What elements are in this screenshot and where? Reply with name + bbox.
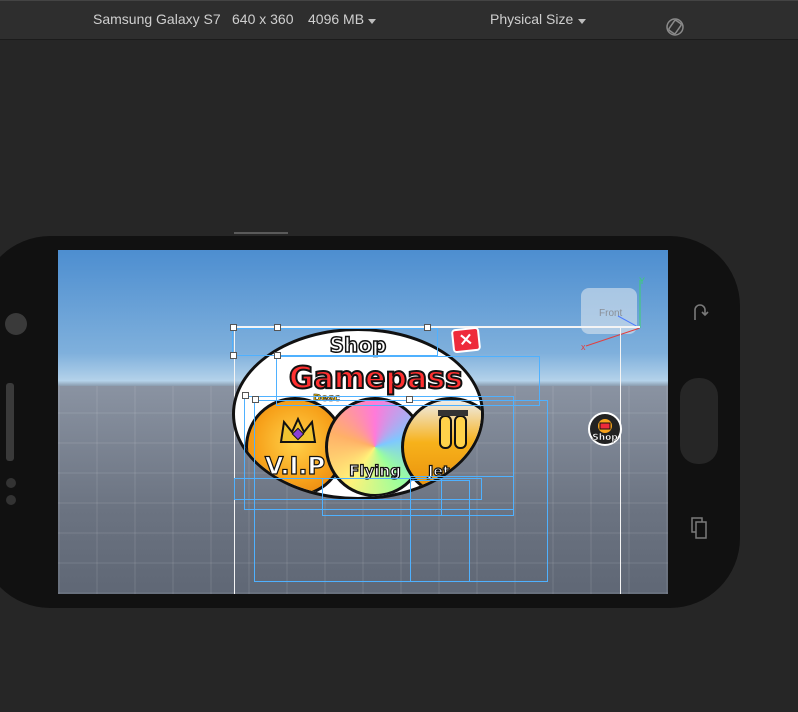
shop-cart-icon <box>598 419 612 433</box>
resolution-label: 640 x 360 <box>232 11 294 27</box>
resize-handle[interactable] <box>424 324 431 331</box>
back-icon <box>694 304 709 320</box>
resize-handle[interactable] <box>274 352 281 359</box>
axis-x-label: x <box>581 342 586 352</box>
resize-handle[interactable] <box>242 392 249 399</box>
phone-side-button <box>6 383 14 461</box>
shop-button-label: Shop <box>592 433 618 443</box>
phone-camera <box>5 313 27 335</box>
close-button[interactable]: × <box>450 326 482 354</box>
shop-open-button[interactable]: Shop <box>588 412 622 446</box>
memory-chevron-down-icon[interactable] <box>368 19 376 24</box>
rotate-device-icon[interactable] <box>664 16 686 38</box>
axis-gizmo-icon <box>585 280 641 347</box>
axis-y-label: Y <box>639 276 646 286</box>
selection-guide <box>620 326 621 594</box>
recent-apps-icon <box>691 517 707 539</box>
size-mode-dropdown[interactable]: Physical Size <box>490 11 573 27</box>
resize-handle[interactable] <box>274 324 281 331</box>
phone-home-button <box>680 378 718 464</box>
size-mode-chevron-down-icon[interactable] <box>578 19 586 24</box>
selection-box <box>410 480 470 582</box>
resize-handle[interactable] <box>230 324 237 331</box>
memory-dropdown[interactable]: 4096 MB <box>308 11 364 27</box>
phone-top-button <box>234 232 288 234</box>
resize-handle[interactable] <box>406 396 413 403</box>
selection-box <box>232 328 438 356</box>
phone-sensor <box>6 478 16 488</box>
game-viewport[interactable]: Front x Y Shop Gamepass Desc V.I.P Flyin… <box>58 250 668 594</box>
phone-sensor <box>6 495 16 505</box>
resize-handle[interactable] <box>230 352 237 359</box>
device-emulator-toolbar: Samsung Galaxy S7 640 x 360 4096 MB Phys… <box>0 0 798 40</box>
device-name-label[interactable]: Samsung Galaxy S7 <box>93 11 221 27</box>
selection-guide <box>234 326 235 594</box>
resize-handle[interactable] <box>252 396 259 403</box>
